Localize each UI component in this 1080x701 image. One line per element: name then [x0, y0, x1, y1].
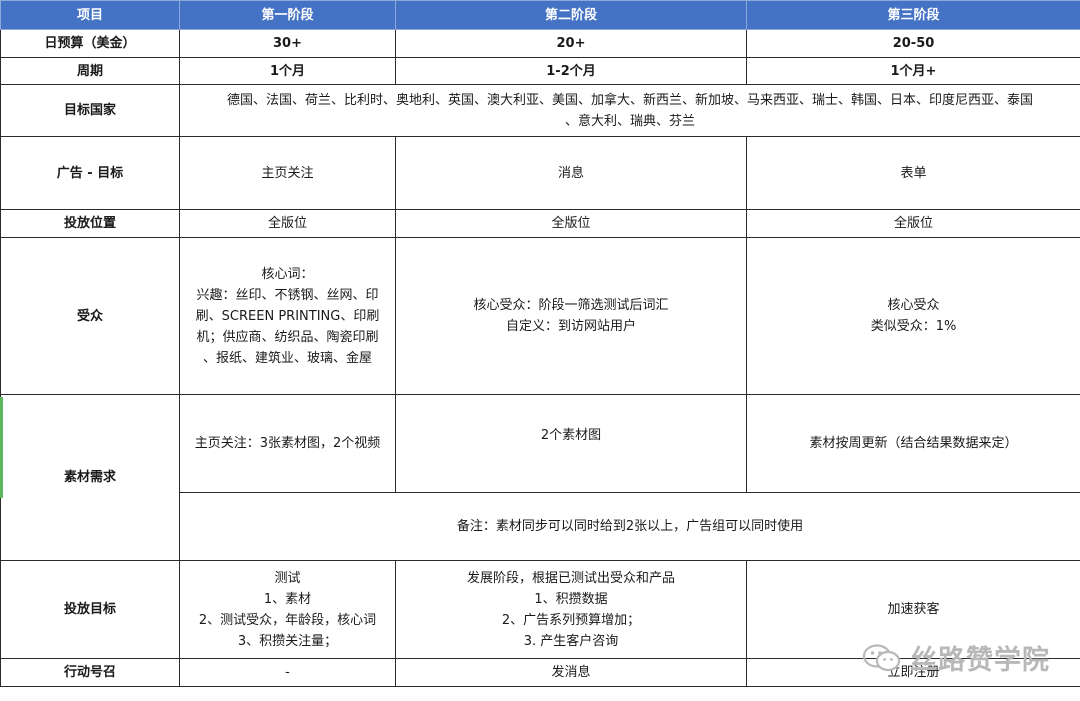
countries-line: 德国、法国、荷兰、比利时、奥地利、英国、澳大利亚、美国、加拿大、新西兰、新加坡、…: [226, 92, 1033, 108]
audience-line: 兴趣：丝印、不锈钢、丝网、印: [196, 287, 379, 303]
countries-row: 目标国家 德国、法国、荷兰、比利时、奥地利、英国、澳大利亚、美国、加拿大、新西兰…: [0, 84, 1080, 137]
target-line: 发展阶段，根据已测试出受众和产品: [466, 570, 675, 586]
material-stage-1: 主页关注：3张素材图，2个视频: [179, 394, 396, 493]
audience-line: 核心受众: [887, 298, 940, 313]
audience-stage-1: 核心词： 兴趣：丝印、不锈钢、丝网、印 刷、SCREEN PRINTING、印刷…: [179, 237, 396, 395]
budget-label: 日预算（美金）: [0, 29, 180, 58]
audience-line: 核心受众：阶段一筛选测试后词汇: [473, 298, 669, 313]
budget-stage-1: 30+: [179, 29, 396, 58]
placement-row: 投放位置 全版位 全版位 全版位: [0, 209, 1080, 238]
audience-stage-2: 核心受众：阶段一筛选测试后词汇 自定义：到访网站用户: [395, 237, 747, 395]
wechat-icon: [862, 643, 901, 671]
audience-line: 机；供应商、纺织品、陶瓷印刷: [196, 329, 379, 345]
cta-stage-1: -: [179, 658, 396, 687]
header-item: 项目: [0, 0, 180, 30]
placement-label: 投放位置: [0, 209, 180, 238]
watermark-text: 丝路赞学院: [910, 645, 1050, 676]
period-row: 周期 1个月 1-2个月 1个月+: [0, 57, 1080, 85]
audience-line: 刷、SCREEN PRINTING、印刷: [195, 308, 380, 324]
target-label: 投放目标: [0, 560, 180, 659]
placement-stage-2: 全版位: [395, 209, 747, 238]
countries-line: 、意大利、瑞典、芬兰: [564, 113, 695, 129]
plan-table: 项目 第一阶段 第二阶段 第三阶段 日预算（美金） 30+ 20+ 20-50 …: [0, 0, 1080, 687]
target-line: 2、广告系列预算增加；: [501, 612, 641, 628]
target-stage-1: 测试 1、素材 2、测试受众，年龄段，核心词 3、积攒关注量；: [179, 560, 396, 659]
cta-label: 行动号召: [0, 658, 180, 687]
audience-stage-3: 核心受众 类似受众：1%: [746, 237, 1080, 395]
header-stage-2: 第二阶段: [395, 0, 747, 30]
selection-edge-marker: [0, 397, 3, 498]
material-stage-2: 2个素材图: [395, 394, 747, 493]
target-line: 1、素材: [263, 591, 312, 607]
header-stage-3: 第三阶段: [746, 0, 1080, 30]
audience-label: 受众: [0, 237, 180, 395]
budget-stage-2: 20+: [395, 29, 747, 58]
budget-row: 日预算（美金） 30+ 20+ 20-50: [0, 29, 1080, 58]
ad-goal-label: 广告 - 目标: [0, 136, 180, 210]
audience-line: 核心词：: [261, 266, 314, 282]
target-line: 1、积攒数据: [534, 591, 608, 607]
target-line: 3、积攒关注量；: [237, 633, 338, 649]
header-row: 项目 第一阶段 第二阶段 第三阶段: [0, 0, 1080, 30]
material-stage-3: 素材按周更新（结合结果数据来定）: [746, 394, 1080, 493]
cta-stage-2: 发消息: [395, 658, 747, 687]
countries-list: 德国、法国、荷兰、比利时、奥地利、英国、澳大利亚、美国、加拿大、新西兰、新加坡、…: [179, 84, 1080, 137]
countries-label: 目标国家: [0, 84, 180, 137]
audience-line: 类似受众：1%: [870, 319, 957, 334]
audience-row: 受众 核心词： 兴趣：丝印、不锈钢、丝网、印 刷、SCREEN PRINTING…: [0, 237, 1080, 395]
material-row: 素材需求 主页关注：3张素材图，2个视频 2个素材图 素材按周更新（结合结果数据…: [0, 394, 1080, 561]
period-label: 周期: [0, 57, 180, 85]
watermark: 丝路赞学院: [862, 638, 1050, 677]
period-stage-2: 1-2个月: [395, 57, 747, 85]
ad-goal-stage-3: 表单: [746, 136, 1080, 210]
material-note: 备注：素材同步可以同时给到2张以上，广告组可以同时使用: [179, 492, 1080, 561]
ad-goal-stage-2: 消息: [395, 136, 747, 210]
audience-line: 、报纸、建筑业、玻璃、金屋: [202, 350, 372, 366]
target-line: 3. 产生客户咨询: [523, 633, 619, 649]
audience-line: 自定义：到访网站用户: [505, 319, 636, 334]
target-stage-2: 发展阶段，根据已测试出受众和产品 1、积攒数据 2、广告系列预算增加； 3. 产…: [395, 560, 747, 659]
period-stage-3: 1个月+: [746, 57, 1080, 85]
placement-stage-3: 全版位: [746, 209, 1080, 238]
ad-goal-row: 广告 - 目标 主页关注 消息 表单: [0, 136, 1080, 210]
material-label: 素材需求: [0, 394, 180, 561]
target-line: 2、测试受众，年龄段，核心词: [198, 612, 377, 628]
budget-stage-3: 20-50: [746, 29, 1080, 58]
ad-goal-stage-1: 主页关注: [179, 136, 396, 210]
period-stage-1: 1个月: [179, 57, 396, 85]
placement-stage-1: 全版位: [179, 209, 396, 238]
target-line: 测试: [274, 570, 301, 586]
header-stage-1: 第一阶段: [179, 0, 396, 30]
